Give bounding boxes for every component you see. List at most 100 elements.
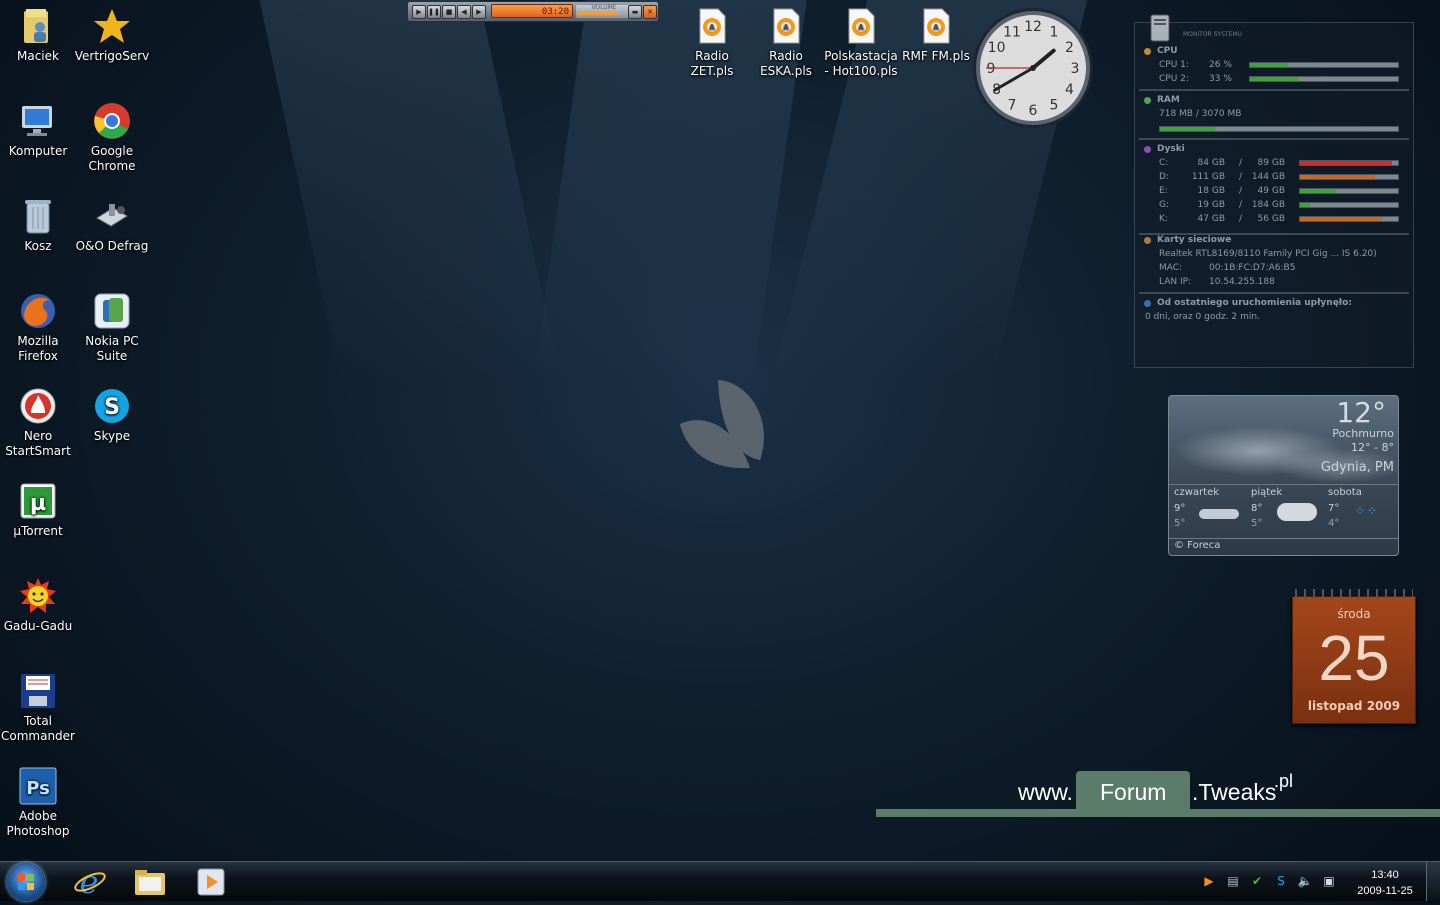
divider xyxy=(1139,89,1409,91)
desktop-icon-nero-startsmart[interactable]: Nero StartSmart xyxy=(0,386,76,459)
forecast-high: 7° xyxy=(1328,503,1340,514)
clock-numeral: 3 xyxy=(1071,61,1080,77)
ram-icon xyxy=(1144,97,1151,104)
media-player-icon xyxy=(197,868,225,896)
cpu-name: CPU 1: xyxy=(1159,60,1189,70)
start-button[interactable] xyxy=(7,863,45,901)
cpu-icon xyxy=(1144,48,1151,55)
desktop-icon-komputer[interactable]: Komputer xyxy=(0,101,76,159)
divider xyxy=(1139,138,1409,140)
disk-drive: E: xyxy=(1159,186,1168,196)
desktop-icon-oo-defrag[interactable]: O&O Defrag xyxy=(74,196,150,254)
cpu-name: CPU 2: xyxy=(1159,74,1189,84)
disk-drive: G: xyxy=(1159,200,1170,210)
desktop-icon-kosz[interactable]: Kosz xyxy=(0,196,76,254)
taskbar-internet-explorer[interactable]: e xyxy=(62,864,118,900)
next-button[interactable]: ▶ xyxy=(472,5,486,19)
clock-numeral: 12 xyxy=(1024,19,1042,35)
high-low: 12° - 8° xyxy=(1351,441,1394,454)
ip-row: LAN IP: 10.54.255.188 xyxy=(1159,277,1403,289)
disk-total: 184 GB xyxy=(1251,200,1285,210)
disk-bar xyxy=(1299,202,1399,208)
taskbar-date: 2009-11-25 xyxy=(1357,885,1413,897)
close-player-button[interactable]: ✕ xyxy=(643,5,657,19)
volume-slider[interactable] xyxy=(578,12,618,15)
svg-text:µ: µ xyxy=(30,491,46,516)
monitor-title: MONITOR SYSTEMU xyxy=(1183,31,1242,38)
low-temp: 8° xyxy=(1381,441,1395,454)
network-adapter: Realtek RTL8169/8110 Family PCI Gig ... … xyxy=(1159,249,1403,261)
ip-value: 10.54.255.188 xyxy=(1209,277,1275,287)
disk-drive: C: xyxy=(1159,158,1169,168)
taskbar-clock[interactable]: 13:40 2009-11-25 xyxy=(1348,867,1422,899)
skype-icon: S xyxy=(92,386,132,426)
tray-player-icon[interactable]: ▶ xyxy=(1201,873,1217,889)
desktop-icon-maciek[interactable]: Maciek xyxy=(0,6,76,64)
pause-button[interactable]: ❚❚ xyxy=(427,5,441,19)
system-monitor-gadget[interactable]: MONITOR SYSTEMU CPU CPU 1: 26 % CPU 2: 3… xyxy=(1134,14,1414,368)
ram-bar xyxy=(1159,126,1399,132)
clock-numeral: 1 xyxy=(1050,25,1059,41)
clock-numeral: 6 xyxy=(1029,103,1038,119)
desktop-icon-mozilla-firefox[interactable]: Mozilla Firefox xyxy=(0,291,76,364)
clock-gadget[interactable]: 123456789101112 xyxy=(970,5,1096,131)
cpu-bar xyxy=(1249,62,1399,68)
rain-icon: ⁘⁘ xyxy=(1355,504,1380,518)
desktop-icon-utorrent[interactable]: µ µTorrent xyxy=(0,481,76,539)
player-time-display: 03:20 xyxy=(491,4,573,18)
tray-shield-icon[interactable]: ✔ xyxy=(1249,873,1265,889)
desktop-icon-adobe-photoshop[interactable]: Ps Adobe Photoshop xyxy=(0,766,76,839)
desktop-icon-total-commander[interactable]: Total Commander xyxy=(0,671,76,744)
disk-bar xyxy=(1299,216,1399,222)
desktop-icon-google-chrome[interactable]: Google Chrome xyxy=(74,101,150,174)
nokia-suite-icon xyxy=(92,291,132,331)
mac-value: 00:1B:FC:D7:A6:B5 xyxy=(1209,263,1296,273)
ram-row: 718 MB / 3070 MB xyxy=(1159,109,1403,121)
minimize-player-button[interactable]: ▬ xyxy=(628,5,642,19)
recycle-bin-icon xyxy=(18,196,58,236)
desktop-icon-skype[interactable]: S Skype xyxy=(74,386,150,444)
banner-pl: .pl xyxy=(1274,771,1294,791)
desktop-icon-vertrigoserv[interactable]: VertrigoServ xyxy=(74,6,150,64)
playlist-file-icon: A xyxy=(841,6,881,46)
tray-network-icon[interactable]: ▤ xyxy=(1225,873,1241,889)
defrag-icon xyxy=(92,196,132,236)
taskbar-explorer[interactable] xyxy=(122,864,178,900)
weather-gadget[interactable]: 12° Pochmurno 12° - 8° Gdynia, PM czwart… xyxy=(1168,395,1399,556)
taskbar-media-player[interactable] xyxy=(183,864,239,900)
desktop-icon-radio-zet[interactable]: A Radio ZET.pls xyxy=(674,6,750,79)
disk-total: 89 GB xyxy=(1257,158,1285,168)
previous-button[interactable]: ◀ xyxy=(457,5,471,19)
tray-volume-icon[interactable]: 🔈 xyxy=(1297,873,1313,889)
desktop-icon-polskastacja[interactable]: A Polskastacja - Hot100.pls xyxy=(823,6,899,79)
tray-connection-icon[interactable]: ▣ xyxy=(1321,873,1337,889)
disk-total: 144 GB xyxy=(1251,172,1285,182)
photoshop-icon: Ps xyxy=(18,766,58,806)
calendar-month-year: listopad 2009 xyxy=(1307,699,1401,713)
cpu-value: 26 % xyxy=(1209,60,1232,70)
mac-label: MAC: xyxy=(1159,263,1183,273)
stop-button[interactable]: ■ xyxy=(442,5,456,19)
calendar-day: 25 xyxy=(1318,622,1390,694)
disk-separator: / xyxy=(1239,186,1243,196)
show-desktop-button[interactable] xyxy=(1426,862,1440,901)
calendar-gadget[interactable]: środa 25 listopad 2009 xyxy=(1292,589,1416,724)
desktop-icon-radio-eska[interactable]: A Radio ESKA.pls xyxy=(748,6,824,79)
desktop-icon-nokia-pc-suite[interactable]: Nokia PC Suite xyxy=(74,291,150,364)
disk-bar xyxy=(1299,160,1399,166)
cloud-icon xyxy=(1277,503,1317,521)
forecast-high: 8° xyxy=(1251,503,1263,514)
svg-text:Ps: Ps xyxy=(26,778,50,799)
chrome-icon xyxy=(92,101,132,141)
desktop-icon-gadu-gadu[interactable]: Gadu-Gadu xyxy=(0,576,76,634)
desktop-icon-rmf-fm[interactable]: A RMF FM.pls xyxy=(898,6,974,64)
calendar-rings xyxy=(1295,589,1413,599)
cpu-bar xyxy=(1249,76,1399,82)
disk-row: G: 19 GB / 184 GB xyxy=(1159,200,1403,212)
clock-numeral: 10 xyxy=(988,40,1006,56)
banner-forum: Forum xyxy=(1100,779,1167,805)
play-button[interactable]: ▶ xyxy=(412,5,426,19)
tray-skype-icon[interactable]: S xyxy=(1273,873,1289,889)
cpu-row: CPU 1: 26 % xyxy=(1159,60,1403,72)
gadu-gadu-icon xyxy=(18,576,58,616)
